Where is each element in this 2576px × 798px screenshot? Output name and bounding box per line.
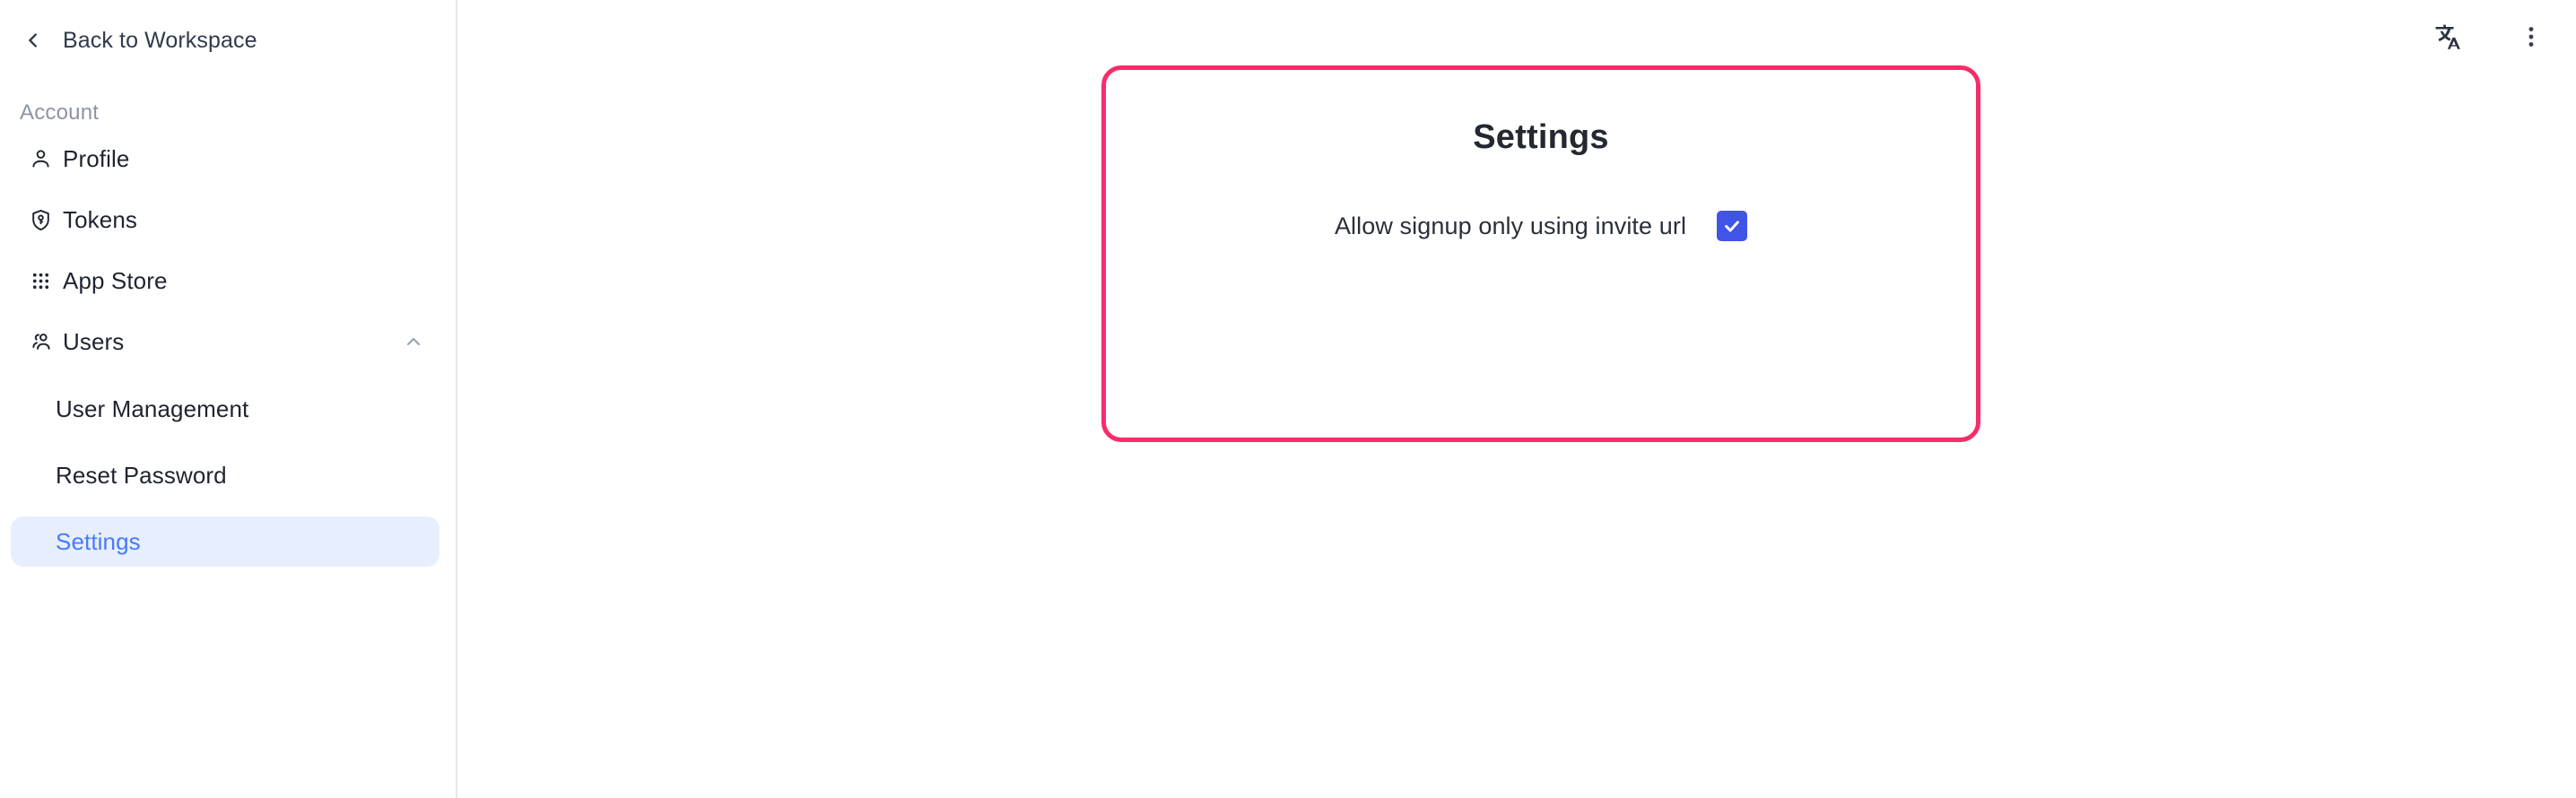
sidebar-subitem-user-management[interactable]: User Management: [11, 384, 439, 434]
sidebar-item-tokens[interactable]: Tokens: [20, 197, 438, 242]
main-content: Settings Allow signup only using invite …: [459, 0, 2576, 798]
sidebar-subitem-reset-password[interactable]: Reset Password: [11, 450, 439, 500]
sidebar-item-users-label: Users: [63, 327, 125, 355]
allow-signup-invite-only-row: Allow signup only using invite url: [1106, 211, 1976, 241]
back-to-workspace-button[interactable]: Back to Workspace: [23, 18, 266, 63]
topbar-actions: [2425, 7, 2553, 66]
sidebar: Back to Workspace Account Profile Tokens…: [0, 0, 457, 798]
translate-icon[interactable]: [2425, 15, 2468, 58]
person-icon: [29, 145, 63, 172]
grid-dots-icon: [29, 267, 63, 294]
sidebar-item-app-store[interactable]: App Store: [20, 258, 438, 303]
sidebar-subitem-settings-label: Settings: [56, 527, 141, 555]
chevron-up-icon[interactable]: [402, 330, 425, 353]
sidebar-item-app-store-label: App Store: [63, 266, 168, 294]
back-to-workspace-label: Back to Workspace: [63, 27, 257, 53]
sidebar-item-profile[interactable]: Profile: [20, 136, 438, 181]
sidebar-subitem-reset-password-label: Reset Password: [56, 461, 227, 489]
allow-signup-invite-only-checkbox[interactable]: [1717, 211, 1748, 241]
sidebar-item-profile-label: Profile: [63, 144, 130, 172]
chevron-left-icon: [23, 30, 43, 50]
sidebar-subitem-user-management-label: User Management: [56, 395, 249, 422]
sidebar-item-users[interactable]: Users: [20, 319, 438, 364]
more-vertical-icon[interactable]: [2510, 15, 2553, 58]
sidebar-item-tokens-label: Tokens: [63, 205, 137, 233]
settings-page: Back to Workspace Account Profile Tokens…: [0, 0, 2576, 798]
settings-card: Settings Allow signup only using invite …: [1101, 65, 1980, 442]
allow-signup-invite-only-label: Allow signup only using invite url: [1334, 212, 1687, 239]
sidebar-subitem-settings[interactable]: Settings: [11, 516, 439, 567]
sidebar-nav: Profile Tokens App Store Users User Mana…: [0, 136, 457, 567]
shield-key-icon: [29, 206, 63, 233]
people-icon: [29, 328, 63, 355]
sidebar-section-label: Account: [20, 100, 100, 125]
page-title: Settings: [1473, 118, 1609, 156]
